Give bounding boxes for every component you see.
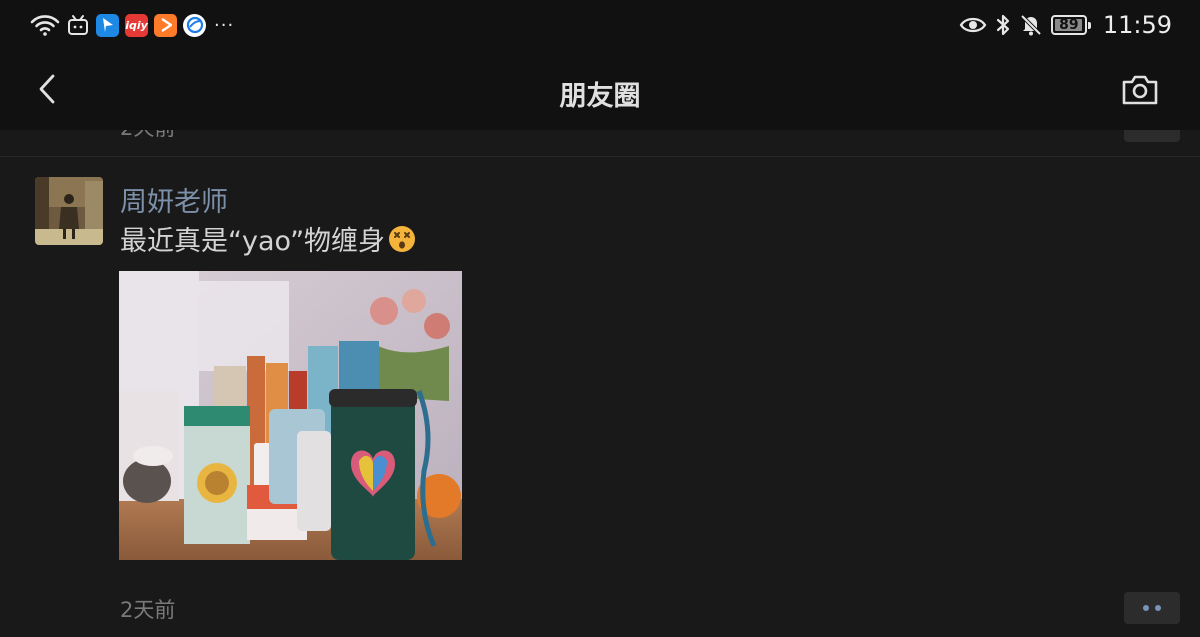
battery-level: 89 — [1059, 17, 1079, 33]
status-bar: iqiy ··· 89 11:59 — [0, 0, 1200, 52]
status-bar-right: 89 11:59 — [959, 8, 1172, 42]
post-more-button[interactable] — [1124, 592, 1180, 624]
more-dots-icon-2 — [1155, 605, 1161, 611]
bell-mute-icon — [1020, 14, 1042, 36]
browser-app-icon — [183, 13, 206, 37]
camera-button[interactable] — [1120, 72, 1160, 108]
page-title: 朋友圈 — [559, 81, 641, 112]
battery-icon: 89 — [1050, 15, 1091, 35]
bilibili-app-icon — [68, 15, 88, 35]
nav-bar: 朋友圈 — [0, 52, 1200, 130]
iqiyi-app-icon: iqiy — [125, 13, 148, 37]
eye-icon — [959, 17, 987, 33]
bluetooth-icon — [996, 14, 1009, 36]
status-bar-left: iqiy ··· — [30, 11, 234, 39]
more-notifications-icon: ··· — [214, 14, 235, 36]
camera-icon — [1122, 75, 1158, 105]
status-time: 11:59 — [1102, 11, 1172, 39]
post-divider — [0, 156, 1200, 157]
wifi-icon — [30, 15, 60, 36]
video-app-icon — [154, 13, 177, 37]
more-dots-icon — [1143, 605, 1149, 611]
post-text: 最近真是“yao”物缠身 — [120, 219, 417, 258]
dizzy-face-emoji — [389, 225, 416, 252]
post-text-content: 最近真是“yao”物缠身 — [120, 226, 386, 257]
photo-thumbnail — [119, 271, 462, 560]
post-time: 2天前 — [120, 598, 176, 622]
bookmark-app-icon — [96, 13, 119, 37]
post-photo[interactable] — [119, 271, 462, 560]
avatar[interactable] — [35, 177, 103, 245]
post-author[interactable]: 周妍老师 — [120, 180, 228, 219]
